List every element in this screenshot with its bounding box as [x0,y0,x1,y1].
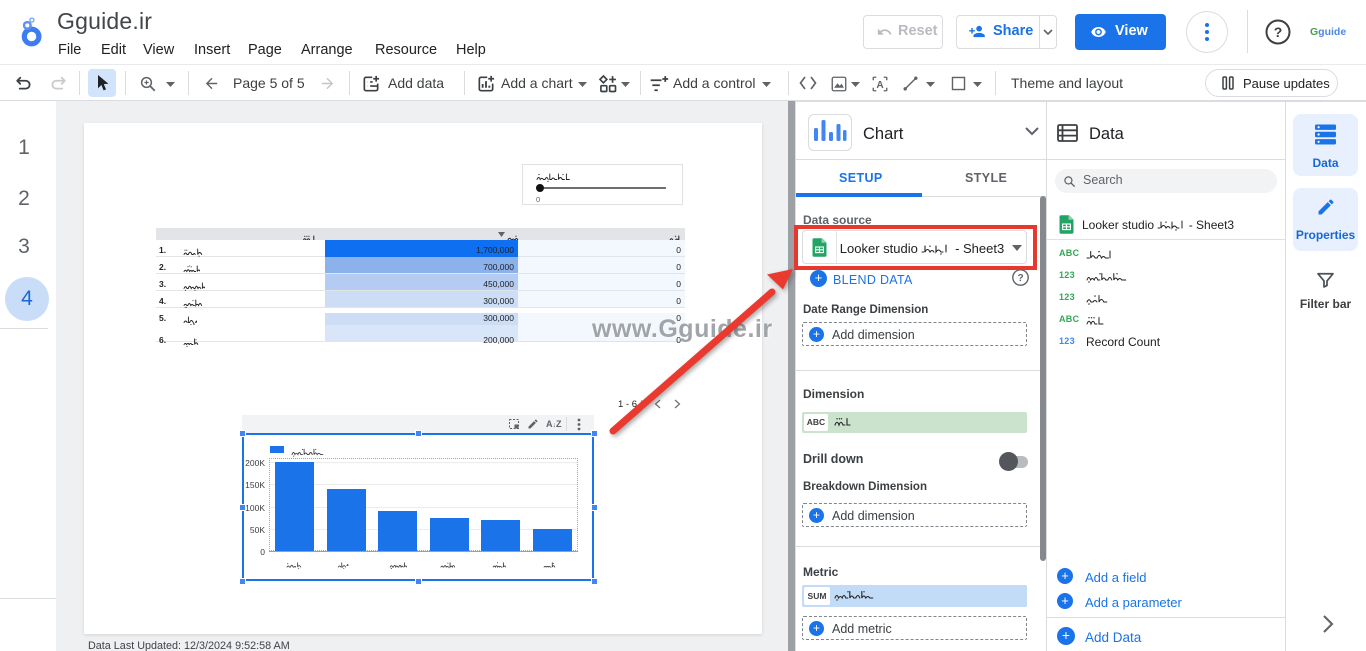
svg-text:?: ? [1274,24,1283,40]
svg-text:?: ? [1017,273,1023,284]
svg-text:A: A [876,80,884,91]
